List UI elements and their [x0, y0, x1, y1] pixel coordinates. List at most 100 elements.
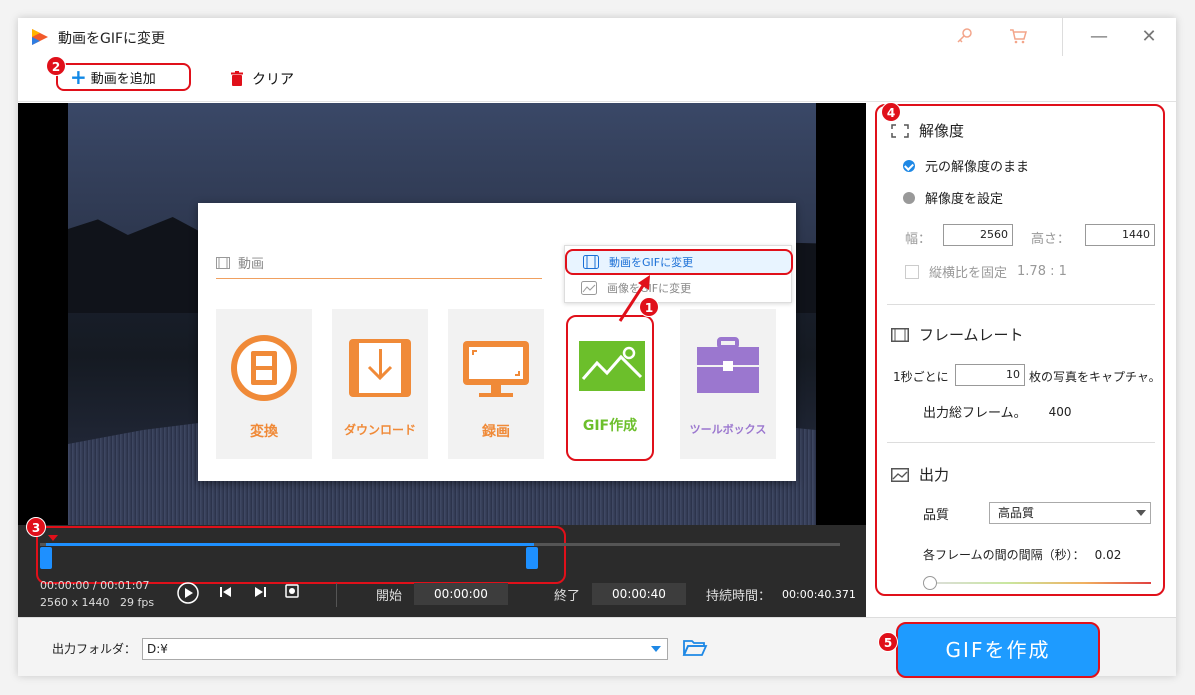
trim-end-handle[interactable]	[526, 547, 538, 569]
toolbox-icon	[697, 337, 759, 393]
film-convert-icon	[231, 335, 297, 401]
add-video-label: 動画を追加	[90, 71, 156, 87]
height-input[interactable]: 1440	[1085, 224, 1155, 246]
key-icon[interactable]	[954, 27, 974, 47]
tile-download[interactable]: ダウンロード	[332, 309, 428, 459]
height-label: 高さ：	[1031, 232, 1071, 247]
frames-per-second-input[interactable]: 10	[955, 364, 1025, 386]
tile-convert[interactable]: 変換	[216, 309, 312, 459]
trim-range-highlight	[36, 526, 566, 584]
aspect-ratio-value: 1.78 : 1	[1017, 264, 1067, 279]
keep-resolution-option[interactable]: 元の解像度のまま	[903, 156, 1029, 175]
per-second-label: 1秒ごとに	[893, 370, 949, 384]
capture-label: 枚の写真をキャプチャ。	[1029, 370, 1161, 384]
screen-record-icon	[463, 341, 529, 397]
total-frames-value: 400	[1048, 404, 1072, 419]
video-info: 2560 x 1440 29 fps	[40, 596, 154, 609]
step-badge-5: 5	[878, 632, 898, 652]
settings-panel: 4 解像度 元の解像度のまま 解像度を設定 幅： 2560 高さ： 1440 縦…	[875, 102, 1165, 596]
film-icon	[216, 256, 230, 269]
playhead-marker[interactable]	[48, 535, 58, 541]
dropdown-arrow-icon	[651, 646, 661, 652]
tile-gif[interactable]: GIF作成	[566, 315, 654, 461]
cart-icon[interactable]	[1008, 27, 1028, 47]
framerate-title: フレームレート	[919, 326, 1024, 344]
end-label: 終了	[554, 589, 581, 604]
step-badge-3: 3	[26, 517, 46, 537]
aspect-ratio-label: 縦横比を固定	[929, 266, 1008, 281]
close-button[interactable]: ✕	[1134, 25, 1164, 49]
previous-frame-button[interactable]	[214, 582, 238, 606]
current-time: 00:00:00	[40, 579, 90, 592]
minimize-button[interactable]: —	[1084, 25, 1114, 49]
duration-value: 00:00:40.371	[782, 588, 856, 601]
width-input[interactable]: 2560	[943, 224, 1013, 246]
app-logo-icon	[32, 29, 48, 45]
radio-unchecked-icon	[903, 191, 915, 204]
video-gif-icon	[583, 255, 599, 269]
interval-slider-thumb[interactable]	[923, 576, 937, 590]
submenu-label: 動画をGIFに変更	[609, 256, 694, 269]
main-menu-card: 動画 動画をGIFに変更 画像をGIFに変更	[198, 203, 796, 481]
toolbar: 2 + 動画を追加 クリア	[18, 56, 1176, 102]
next-frame-button[interactable]	[248, 582, 272, 606]
checkbox-icon	[905, 264, 919, 279]
width-label: 幅：	[905, 232, 932, 247]
video-resolution: 2560 x 1440	[40, 596, 110, 609]
submenu-image-to-gif[interactable]: 画像をGIFに変更	[565, 275, 793, 301]
set-resolution-label: 解像度を設定	[925, 192, 1004, 207]
video-preview: 動画 動画をGIFに変更 画像をGIFに変更	[18, 103, 866, 525]
output-title: 出力	[919, 466, 950, 484]
timeline-divider	[336, 583, 337, 607]
interval-slider-track[interactable]	[929, 582, 1151, 584]
interval-row: 各フレームの間の間隔（秒）： 0.02	[923, 546, 1121, 563]
add-video-button[interactable]: + 動画を追加	[56, 63, 191, 91]
video-fps: 29 fps	[120, 596, 155, 609]
dropdown-arrow-icon	[1136, 510, 1146, 516]
image-gif-icon	[581, 281, 597, 295]
tile-record[interactable]: 録画	[448, 309, 544, 459]
output-folder-label: 出力フォルダ：	[52, 642, 137, 656]
folder-open-icon[interactable]	[682, 638, 708, 658]
radio-checked-icon	[903, 159, 915, 172]
start-label: 開始	[376, 589, 403, 604]
plus-icon: +	[70, 65, 87, 89]
play-button[interactable]	[176, 582, 200, 606]
step-badge-2: 2	[46, 56, 66, 76]
download-icon	[349, 339, 411, 397]
resolution-icon	[891, 123, 909, 138]
interval-label: 各フレームの間の間隔（秒）：	[923, 548, 1085, 562]
clear-button[interactable]: クリア	[230, 69, 294, 89]
window-title: 動画をGIFに変更	[58, 31, 166, 47]
aspect-ratio-option[interactable]: 縦横比を固定 1.78 : 1	[905, 262, 1067, 281]
total-frames-row: 出力総フレーム。 400	[923, 402, 1072, 422]
set-resolution-option[interactable]: 解像度を設定	[903, 188, 1003, 207]
step-badge-1: 1	[639, 297, 659, 317]
submenu-video-to-gif[interactable]: 動画をGIFに変更	[565, 249, 793, 275]
output-folder-select[interactable]: D:¥	[142, 638, 668, 660]
interval-value: 0.02	[1094, 547, 1122, 562]
start-time-field[interactable]: 00:00:00	[414, 583, 508, 605]
total-time: / 00:01:07	[92, 579, 150, 592]
total-frames-label: 出力総フレーム。	[923, 406, 1027, 421]
output-section: 出力	[891, 464, 949, 485]
tile-label: 録画	[482, 424, 510, 440]
create-area: 5 GIFを作成	[866, 617, 1176, 678]
quality-label: 品質	[923, 508, 950, 523]
quality-select[interactable]: 高品質	[989, 502, 1151, 524]
timeline-selected-range	[46, 543, 534, 546]
end-time-field[interactable]: 00:00:40	[592, 583, 686, 605]
gif-image-icon	[579, 341, 645, 391]
tile-label: ツールボックス	[689, 423, 767, 436]
title-divider	[1062, 18, 1063, 56]
trim-start-handle[interactable]	[40, 547, 52, 569]
output-folder-bar: 出力フォルダ： D:¥	[18, 617, 866, 676]
output-folder-value: D:¥	[147, 642, 168, 656]
resolution-title: 解像度	[919, 122, 965, 140]
tile-toolbox[interactable]: ツールボックス	[680, 309, 776, 459]
title-bar: 動画をGIFに変更 — ✕	[18, 18, 1176, 56]
snapshot-button[interactable]	[280, 582, 304, 606]
quality-value: 高品質	[998, 506, 1035, 520]
section-divider	[887, 304, 1155, 305]
create-gif-button[interactable]: GIFを作成	[896, 622, 1100, 678]
